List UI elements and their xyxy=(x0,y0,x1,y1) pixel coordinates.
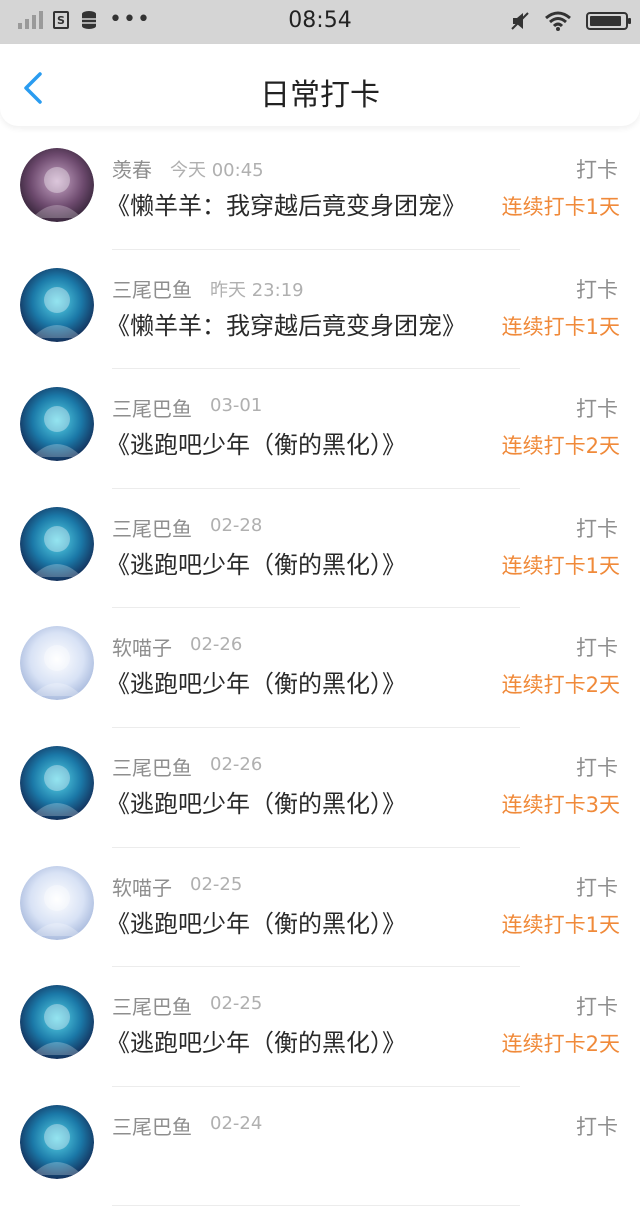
user-name[interactable]: 三尾巴鱼 xyxy=(112,274,192,303)
checkin-action-label: 打卡 xyxy=(576,158,618,182)
user-name[interactable]: 软喵子 xyxy=(112,632,172,661)
list-item[interactable]: 羡春 今天 00:45 《懒羊羊：我穿越后竟变身团宠》 打卡连续打卡1天 xyxy=(0,130,640,250)
checkin-action-label: 打卡 xyxy=(576,995,618,1020)
checkin-action-label: 打卡 xyxy=(576,636,618,661)
avatar[interactable] xyxy=(20,148,94,222)
streak-label: 连续打卡2天 xyxy=(501,673,620,698)
user-name[interactable]: 软喵子 xyxy=(112,872,172,901)
list-item[interactable]: 三尾巴鱼 02-24 打卡 xyxy=(0,1087,640,1206)
avatar[interactable] xyxy=(20,506,94,581)
user-name[interactable]: 三尾巴鱼 xyxy=(112,393,192,422)
avatar[interactable] xyxy=(20,1104,94,1179)
checkin-time: 02-25 xyxy=(210,993,263,1015)
streak-label: 连续打卡1天 xyxy=(501,314,620,339)
list-item[interactable]: 三尾巴鱼 02-28 《逃跑吧少年（衡的黑化）》 打卡连续打卡1天 xyxy=(0,489,640,609)
status-bar: S ••• 08:54 xyxy=(0,0,640,44)
list-item[interactable]: 软喵子 02-25 《逃跑吧少年（衡的黑化）》 打卡连续打卡1天 xyxy=(0,848,640,968)
streak-label: 连续打卡3天 xyxy=(501,792,620,817)
user-name[interactable]: 三尾巴鱼 xyxy=(112,1111,192,1140)
list-item[interactable]: 三尾巴鱼 昨天 23:19 《懒羊羊：我穿越后竟变身团宠》 打卡连续打卡1天 xyxy=(0,250,640,370)
book-title[interactable]: 《逃跑吧少年（衡的黑化）》 xyxy=(106,1023,406,1058)
streak-label: 连续打卡2天 xyxy=(501,1032,620,1057)
list-item[interactable]: 三尾巴鱼 02-26 《逃跑吧少年（衡的黑化）》 打卡连续打卡3天 xyxy=(0,728,640,848)
avatar[interactable] xyxy=(20,626,94,701)
list-item[interactable]: 软喵子 02-26 《逃跑吧少年（衡的黑化）》 打卡连续打卡2天 xyxy=(0,608,640,728)
list-item[interactable]: 三尾巴鱼 02-25 《逃跑吧少年（衡的黑化）》 打卡连续打卡2天 xyxy=(0,967,640,1087)
chevron-left-icon[interactable] xyxy=(14,68,54,108)
user-name[interactable]: 三尾巴鱼 xyxy=(112,752,192,781)
book-title[interactable]: 《懒羊羊：我穿越后竟变身团宠》 xyxy=(106,186,466,221)
streak-label: 连续打卡1天 xyxy=(501,195,620,219)
checkin-action-label: 打卡 xyxy=(576,875,618,900)
wifi-icon xyxy=(545,11,571,31)
user-name[interactable]: 三尾巴鱼 xyxy=(112,513,192,542)
streak-label: 连续打卡2天 xyxy=(501,434,620,459)
checkin-action-label: 打卡 xyxy=(576,1114,618,1139)
mute-icon xyxy=(511,12,529,30)
user-name[interactable]: 羡春 xyxy=(112,154,152,183)
checkin-time: 02-24 xyxy=(210,1112,263,1134)
avatar[interactable] xyxy=(20,267,94,342)
book-title[interactable]: 《逃跑吧少年（衡的黑化）》 xyxy=(106,904,406,939)
book-title[interactable]: 《逃跑吧少年（衡的黑化）》 xyxy=(106,784,406,819)
checkin-action-label: 打卡 xyxy=(576,397,618,422)
checkin-time: 02-28 xyxy=(210,514,263,536)
avatar[interactable] xyxy=(20,985,94,1060)
checkin-time: 昨天 23:19 xyxy=(210,279,304,301)
checkin-action-label: 打卡 xyxy=(576,755,618,780)
book-title[interactable]: 《懒羊羊：我穿越后竟变身团宠》 xyxy=(106,306,466,341)
book-title[interactable]: 《逃跑吧少年（衡的黑化）》 xyxy=(106,664,406,699)
nav-bar: 日常打卡 xyxy=(0,44,640,126)
streak-label: 连续打卡1天 xyxy=(501,912,620,937)
checkin-list: 羡春 今天 00:45 《懒羊羊：我穿越后竟变身团宠》 打卡 连续打卡1天 三尾巴鱼 昨天 … xyxy=(0,130,640,1206)
page-title: 日常打卡 xyxy=(260,78,380,113)
checkin-time: 02-25 xyxy=(190,873,243,895)
checkin-time: 今天 00:45 xyxy=(170,160,264,181)
battery-level xyxy=(590,16,622,26)
checkin-time: 03-01 xyxy=(210,395,263,417)
list-item[interactable]: 三尾巴鱼 03-01 《逃跑吧少年（衡的黑化）》 打卡连续打卡2天 xyxy=(0,369,640,489)
avatar[interactable] xyxy=(20,387,94,462)
book-title[interactable]: 《逃跑吧少年（衡的黑化）》 xyxy=(106,545,406,580)
checkin-time: 02-26 xyxy=(210,753,263,775)
avatar[interactable] xyxy=(20,865,94,940)
book-title[interactable]: 《逃跑吧少年（衡的黑化）》 xyxy=(106,425,406,460)
checkin-action-label: 打卡 xyxy=(576,277,618,302)
avatar[interactable] xyxy=(20,745,94,820)
battery-icon xyxy=(586,12,631,30)
checkin-time: 02-26 xyxy=(190,634,243,656)
checkin-action-label: 打卡 xyxy=(576,516,618,541)
user-name[interactable]: 三尾巴鱼 xyxy=(112,991,192,1020)
streak-label: 连续打卡1天 xyxy=(501,553,620,578)
status-right-icons xyxy=(510,10,631,32)
